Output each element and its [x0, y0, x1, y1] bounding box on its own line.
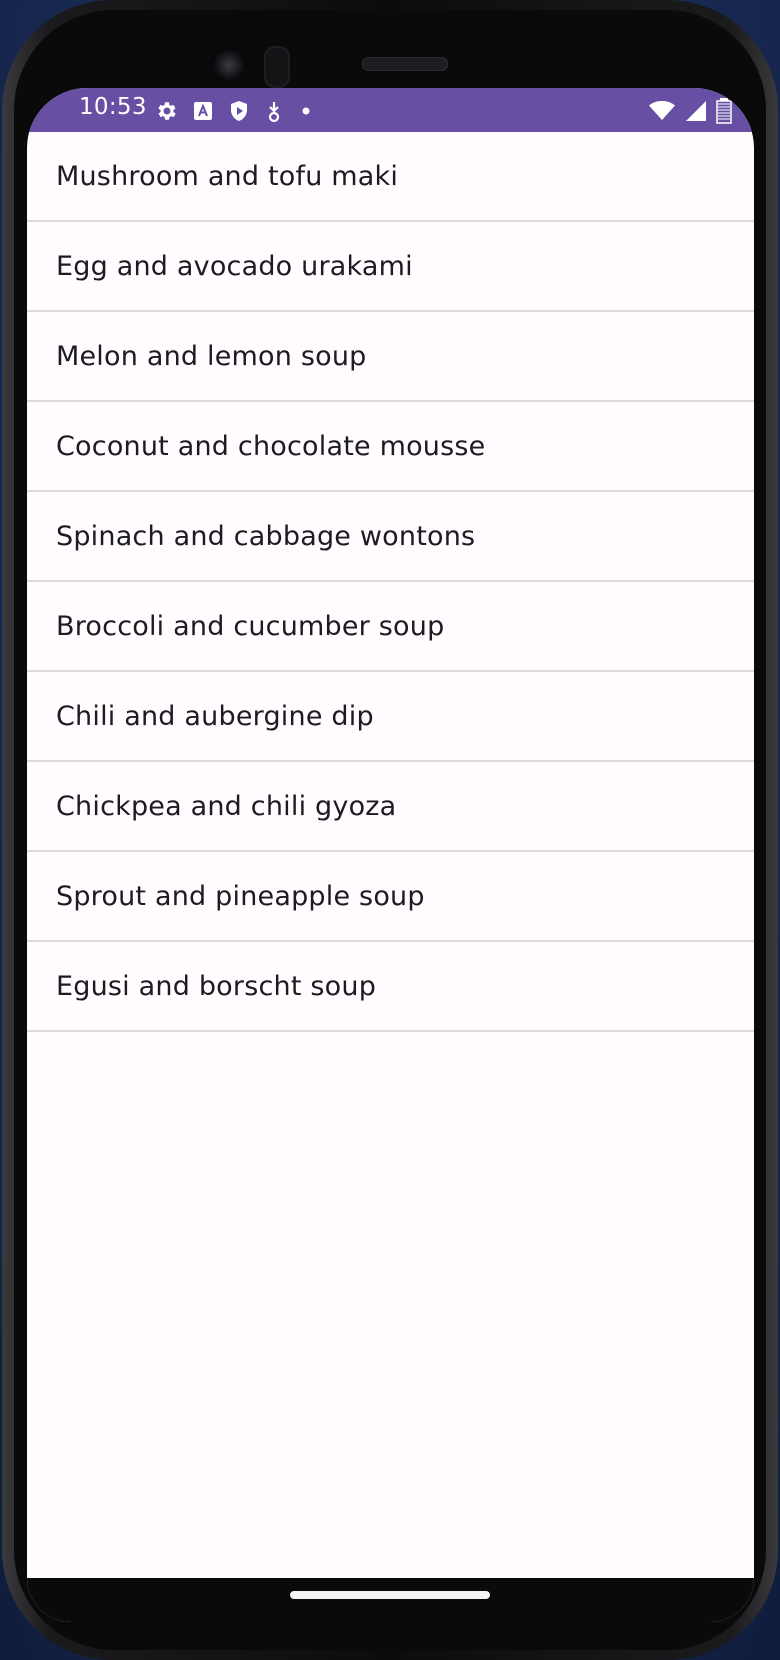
- list-item-label: Chickpea and chili gyoza: [56, 790, 397, 822]
- list-item-label: Chili and aubergine dip: [56, 700, 374, 732]
- wifi-icon: [648, 99, 676, 123]
- dot-icon: [297, 99, 315, 123]
- list-item[interactable]: Melon and lemon soup: [27, 312, 754, 402]
- notification-icons: [155, 98, 315, 124]
- status-time: 10:53: [79, 94, 147, 120]
- battery-icon: [716, 98, 732, 124]
- recipe-list: Mushroom and tofu maki Egg and avocado u…: [27, 132, 754, 1032]
- list-item-label: Mushroom and tofu maki: [56, 160, 399, 192]
- settings-icon: [155, 99, 179, 123]
- list-item[interactable]: Sprout and pineapple soup: [27, 852, 754, 942]
- list-item-label: Sprout and pineapple soup: [56, 880, 425, 912]
- earpiece-speaker: [362, 57, 448, 71]
- text-a-icon: [191, 99, 215, 123]
- list-item[interactable]: Egg and avocado urakami: [27, 222, 754, 312]
- list-item[interactable]: Broccoli and cucumber soup: [27, 582, 754, 672]
- proximity-sensor: [264, 46, 290, 88]
- front-camera: [211, 47, 247, 83]
- list-item[interactable]: Mushroom and tofu maki: [27, 132, 754, 222]
- list-item-label: Egusi and borscht soup: [56, 970, 377, 1002]
- status-bar: 10:53: [27, 88, 754, 132]
- shield-icon: [227, 99, 251, 123]
- list-item[interactable]: Chili and aubergine dip: [27, 672, 754, 762]
- system-icons: [648, 98, 732, 124]
- download-icon: [263, 99, 285, 123]
- list-item[interactable]: Spinach and cabbage wontons: [27, 492, 754, 582]
- device-screen: 10:53 Mushroom and tofu maki Egg and avo…: [27, 88, 754, 1622]
- list-item[interactable]: Egusi and borscht soup: [27, 942, 754, 1032]
- gesture-nav-bar: [27, 1578, 754, 1622]
- list-item-label: Broccoli and cucumber soup: [56, 610, 445, 642]
- cellular-signal-icon: [684, 99, 708, 123]
- list-item[interactable]: Coconut and chocolate mousse: [27, 402, 754, 492]
- list-item-label: Egg and avocado urakami: [56, 250, 413, 282]
- list-item[interactable]: Chickpea and chili gyoza: [27, 762, 754, 852]
- list-item-label: Melon and lemon soup: [56, 340, 367, 372]
- list-item-label: Coconut and chocolate mousse: [56, 430, 486, 462]
- list-item-label: Spinach and cabbage wontons: [56, 520, 476, 552]
- home-handle[interactable]: [290, 1591, 490, 1599]
